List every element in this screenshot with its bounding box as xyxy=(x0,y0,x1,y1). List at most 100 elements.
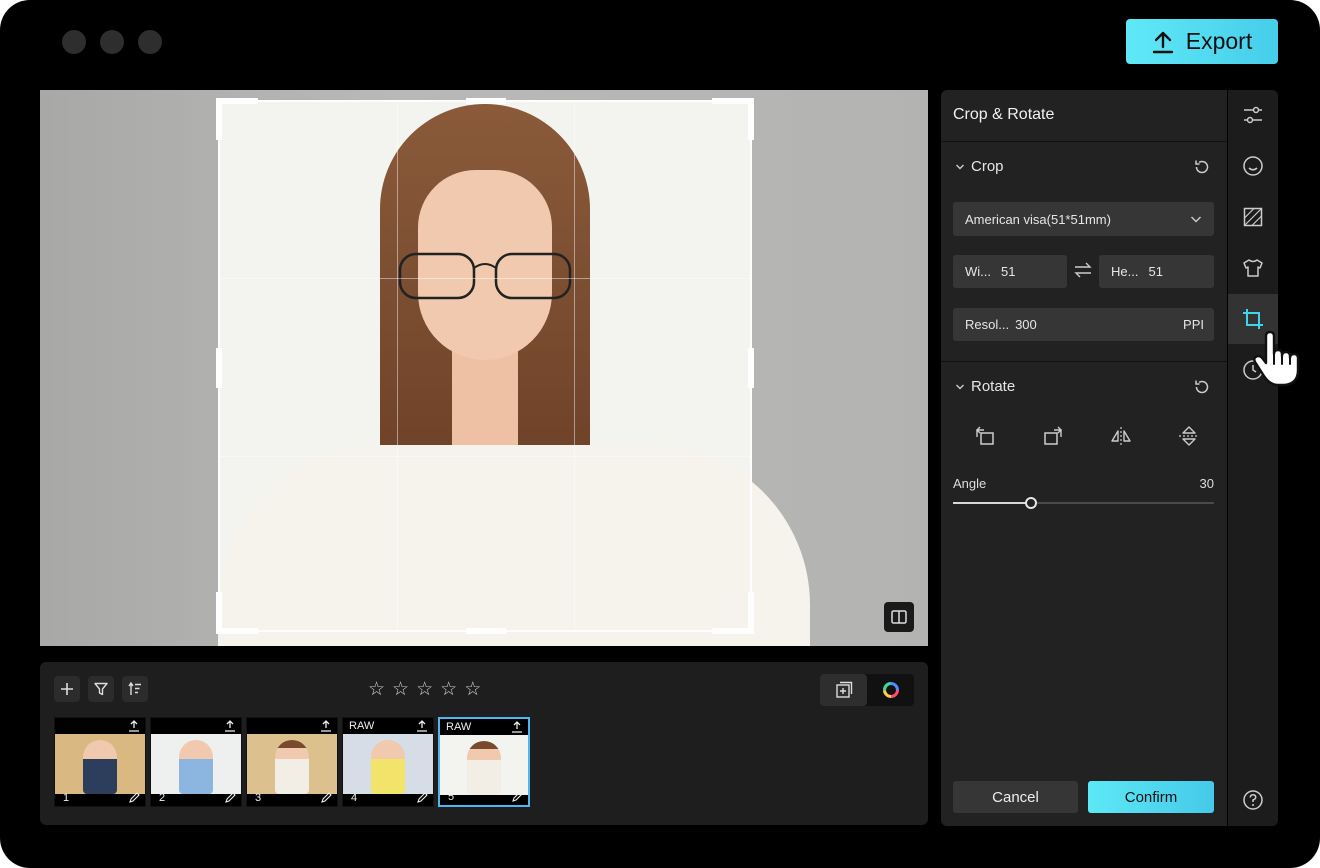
thumbnail[interactable]: RAW 4 xyxy=(342,717,434,807)
crop-handle-left[interactable] xyxy=(216,348,222,388)
pointer-hand-cursor xyxy=(1253,330,1300,387)
filmstrip-tools xyxy=(54,676,148,702)
rotate-left-icon[interactable] xyxy=(974,426,996,446)
flip-horizontal-icon[interactable] xyxy=(1110,426,1132,446)
face-icon xyxy=(1243,156,1263,176)
crop-handle-bottom[interactable] xyxy=(466,628,506,634)
cancel-button[interactable]: Cancel xyxy=(953,781,1078,813)
edit-icon[interactable] xyxy=(129,792,140,803)
sort-icon xyxy=(128,682,141,695)
thumbnail-person xyxy=(179,740,213,794)
upload-icon xyxy=(417,720,427,732)
batch-edit-button[interactable] xyxy=(820,674,867,706)
adjust-tool-button[interactable] xyxy=(1228,90,1278,140)
reset-icon[interactable] xyxy=(1192,377,1212,397)
thumbnail[interactable]: 3 xyxy=(246,717,338,807)
export-label: Export xyxy=(1185,28,1253,54)
view-toggle xyxy=(820,674,914,706)
width-field[interactable]: Wi... 51 xyxy=(953,255,1067,288)
minimize-window-button[interactable] xyxy=(100,30,124,54)
thumbnail[interactable]: 2 xyxy=(150,717,242,807)
rotate-section-toggle[interactable]: Rotate xyxy=(955,378,1015,395)
exposure-tool-button[interactable] xyxy=(1228,192,1278,242)
crop-handle-bottom-right[interactable] xyxy=(712,592,754,634)
angle-slider-handle[interactable] xyxy=(1025,497,1038,509)
compare-button[interactable] xyxy=(884,602,914,632)
resolution-field[interactable]: Resol... 300 PPI xyxy=(953,308,1214,341)
thumbnail-person xyxy=(275,740,309,794)
angle-slider-fill xyxy=(953,502,1032,504)
color-wheel-icon xyxy=(882,682,899,698)
crop-handle-top[interactable] xyxy=(466,98,506,104)
raw-badge: RAW xyxy=(349,720,375,732)
thumbnail[interactable]: 1 xyxy=(54,717,146,807)
upload-icon xyxy=(225,720,235,732)
resolution-value: 300 xyxy=(1015,317,1037,332)
edit-icon[interactable] xyxy=(321,792,332,803)
star-icon[interactable]: ☆ xyxy=(392,680,409,699)
crop-handle-top-left[interactable] xyxy=(216,98,258,140)
edit-icon[interactable] xyxy=(225,792,236,803)
crop-handle-bottom-left[interactable] xyxy=(216,592,258,634)
filter-icon xyxy=(94,682,108,696)
raw-badge: RAW xyxy=(446,721,472,733)
crop-grid-line xyxy=(397,102,398,630)
compare-icon xyxy=(891,610,907,624)
image-canvas[interactable] xyxy=(40,90,928,646)
swap-icon[interactable] xyxy=(1073,261,1093,279)
tool-rail xyxy=(1228,90,1278,826)
width-value: 51 xyxy=(1001,264,1016,279)
chevron-down-icon xyxy=(956,164,964,169)
star-icon[interactable]: ☆ xyxy=(416,680,433,699)
upload-icon xyxy=(129,720,139,732)
star-icon[interactable]: ☆ xyxy=(440,680,457,699)
help-icon xyxy=(1243,790,1263,810)
clothing-tool-button[interactable] xyxy=(1228,243,1278,293)
rotate-heading: Rotate xyxy=(971,378,1016,395)
export-button[interactable]: Export xyxy=(1126,19,1278,64)
divider xyxy=(941,361,1227,362)
thumbnail-number: 1 xyxy=(63,792,70,804)
width-label: Wi... xyxy=(965,264,991,279)
sort-button[interactable] xyxy=(122,676,148,702)
maximize-window-button[interactable] xyxy=(138,30,162,54)
crop-handle-top-right[interactable] xyxy=(712,98,754,140)
color-button[interactable] xyxy=(867,674,914,706)
crop-grid-line xyxy=(220,456,750,457)
thumbnail-person xyxy=(467,741,501,795)
retouch-tool-button[interactable] xyxy=(1228,141,1278,191)
filmstrip: ☆ ☆ ☆ ☆ ☆ 1 2 3 RAW 4 RAW 5 xyxy=(40,662,928,825)
crop-section-toggle[interactable]: Crop xyxy=(955,158,1004,175)
thumbnail-selected[interactable]: RAW 5 xyxy=(438,717,530,807)
sliders-icon xyxy=(1244,106,1262,124)
app-window: Export ☆ ☆ ☆ ☆ ☆ 1 2 3 RAW 4 RAW 5 Crop … xyxy=(0,0,1320,868)
add-photo-button[interactable] xyxy=(54,676,80,702)
thumbnail-number: 5 xyxy=(448,791,455,803)
edit-icon[interactable] xyxy=(512,791,523,802)
angle-value: 30 xyxy=(1199,476,1214,491)
crop-frame[interactable] xyxy=(216,98,754,634)
divider xyxy=(941,141,1227,142)
crop-rotate-panel: Crop & Rotate Crop American visa(51*51mm… xyxy=(941,90,1227,826)
upload-icon xyxy=(512,721,522,733)
flip-vertical-icon[interactable] xyxy=(1178,426,1200,446)
star-icon[interactable]: ☆ xyxy=(464,680,481,699)
close-window-button[interactable] xyxy=(62,30,86,54)
star-icon[interactable]: ☆ xyxy=(368,680,385,699)
angle-slider[interactable] xyxy=(953,497,1214,509)
crop-preset-select[interactable]: American visa(51*51mm) xyxy=(953,202,1214,236)
height-field[interactable]: He... 51 xyxy=(1099,255,1214,288)
exposure-icon xyxy=(1243,207,1263,227)
batch-edit-icon xyxy=(835,681,852,698)
crop-handle-right[interactable] xyxy=(748,348,754,388)
crop-heading: Crop xyxy=(971,158,1004,175)
help-button[interactable] xyxy=(1228,775,1278,825)
panel-title: Crop & Rotate xyxy=(953,106,1055,123)
edit-icon[interactable] xyxy=(417,792,428,803)
filter-button[interactable] xyxy=(88,676,114,702)
confirm-button[interactable]: Confirm xyxy=(1088,781,1214,813)
height-label: He... xyxy=(1111,264,1139,279)
rotate-right-icon[interactable] xyxy=(1042,426,1064,446)
thumbnail-number: 3 xyxy=(255,792,262,804)
reset-icon[interactable] xyxy=(1192,157,1212,177)
